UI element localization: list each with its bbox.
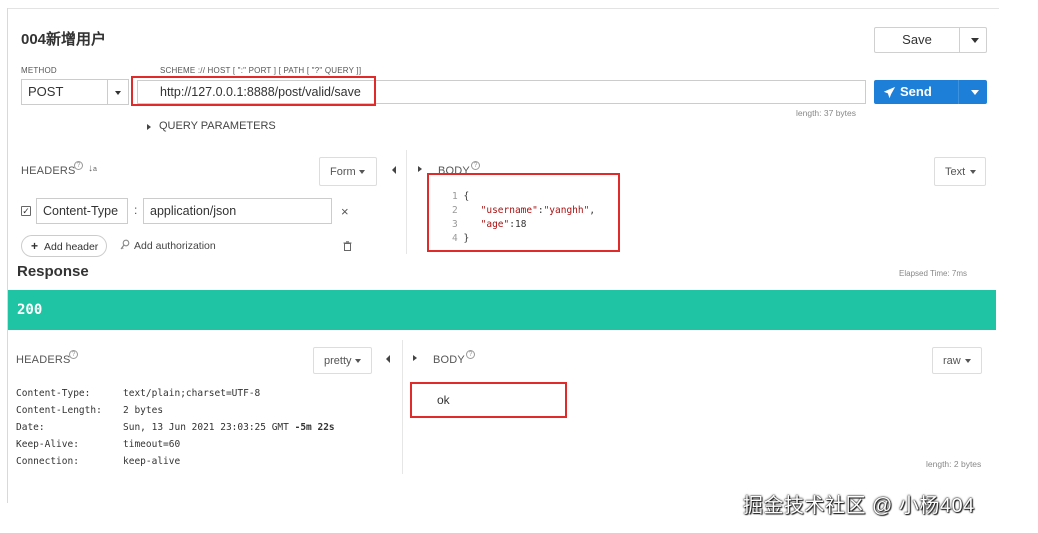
url-format-label: SCHEME :// HOST [ ":" PORT ] [ PATH [ "?… xyxy=(160,66,362,75)
response-header-row: Content-Type: text/plain;charset=UTF-8 xyxy=(16,388,260,399)
response-header-name: Connection: xyxy=(16,456,79,467)
body-help-icon[interactable]: ? xyxy=(471,161,480,170)
paper-plane-icon xyxy=(883,86,896,99)
response-headers-help-icon[interactable]: ? xyxy=(69,350,78,359)
remove-header-close-icon[interactable]: × xyxy=(341,204,349,219)
method-value: POST xyxy=(28,84,64,99)
request-length: length: 37 bytes xyxy=(796,108,857,118)
response-header-value: 2 bytes xyxy=(123,405,164,416)
response-header-value: timeout=60 xyxy=(123,439,181,450)
response-header-value: keep-alive xyxy=(123,456,181,467)
response-header-row: Content-Length: 2 bytes xyxy=(16,405,163,416)
send-divider xyxy=(958,80,959,104)
body-annotation-box xyxy=(427,173,620,252)
chevron-down-icon xyxy=(970,170,976,174)
headers-mode-label: Form xyxy=(330,166,356,178)
watermark: 掘金技术社区 @ 小杨404 xyxy=(743,495,975,517)
status-code: 200 xyxy=(17,302,43,318)
save-button[interactable]: Save xyxy=(874,27,987,53)
send-button-label: Send xyxy=(900,84,932,99)
response-header-value: Sun, 13 Jun 2021 23:03:25 GMT xyxy=(123,422,295,433)
headers-mode-dropdown[interactable]: Form xyxy=(319,157,377,186)
header-name-input[interactable]: Content-Type xyxy=(36,198,128,224)
response-header-name: Content-Type: xyxy=(16,388,91,399)
response-header-name: Content-Length: xyxy=(16,405,102,416)
method-select[interactable]: POST xyxy=(21,79,129,105)
collapse-left-icon[interactable] xyxy=(386,355,390,363)
request-title[interactable]: 004新增用户 xyxy=(21,28,106,49)
response-panel-divider xyxy=(402,340,403,474)
response-body-mode-label: raw xyxy=(943,355,961,367)
method-divider xyxy=(107,80,108,104)
window-left-border xyxy=(7,8,8,503)
response-header-row: Keep-Alive: timeout=60 xyxy=(16,439,180,450)
header-value-value: application/json xyxy=(150,204,237,218)
key-icon xyxy=(120,239,130,250)
response-body-mode-dropdown[interactable]: raw xyxy=(932,347,982,374)
header-enabled-checkbox[interactable]: ✓ xyxy=(21,206,31,216)
response-header-row: Date: Sun, 13 Jun 2021 23:03:25 GMT -5m 2… xyxy=(16,422,335,433)
response-length: length: 2 bytes xyxy=(926,459,982,469)
headers-title: HEADERS xyxy=(21,165,76,177)
add-authorization-label: Add authorization xyxy=(134,240,216,252)
panel-divider xyxy=(406,150,407,254)
trash-icon[interactable] xyxy=(343,241,352,251)
body-mode-dropdown[interactable]: Text xyxy=(934,157,986,186)
save-dropdown-chevron-icon[interactable] xyxy=(971,38,979,43)
save-divider xyxy=(959,28,960,52)
chevron-down-icon xyxy=(359,170,365,174)
expand-right-icon[interactable] xyxy=(418,166,422,172)
save-button-label: Save xyxy=(902,32,932,47)
send-dropdown-chevron-icon[interactable] xyxy=(971,90,979,95)
body-mode-label: Text xyxy=(945,166,966,178)
method-label: METHOD xyxy=(21,66,57,75)
response-header-age: -5m 22s xyxy=(294,422,335,433)
response-headers-mode-dropdown[interactable]: pretty xyxy=(313,347,372,374)
chevron-right-icon xyxy=(147,124,151,130)
response-title: Response xyxy=(17,263,89,280)
collapse-left-icon[interactable] xyxy=(392,166,396,174)
response-header-name: Keep-Alive: xyxy=(16,439,79,450)
chevron-down-icon xyxy=(965,359,971,363)
header-name-value: Content-Type xyxy=(43,204,119,218)
url-annotation-box xyxy=(131,76,376,106)
headers-help-icon[interactable]: ? xyxy=(74,161,83,170)
sort-icon[interactable]: ↓a xyxy=(88,163,97,174)
elapsed-time: Elapsed Time: 7ms xyxy=(899,269,968,278)
method-chevron-down-icon xyxy=(115,91,121,95)
send-button[interactable]: Send xyxy=(874,80,987,104)
expand-right-icon[interactable] xyxy=(413,355,417,361)
response-header-row: Connection: keep-alive xyxy=(16,456,180,467)
response-body-title: BODY xyxy=(433,354,465,366)
query-parameters-label: QUERY PARAMETERS xyxy=(159,120,276,132)
response-header-value: text/plain;charset=UTF-8 xyxy=(123,388,261,399)
plus-icon: + xyxy=(31,239,39,253)
response-headers-mode-label: pretty xyxy=(324,355,352,367)
add-header-label: Add header xyxy=(44,241,99,253)
response-header-name: Date: xyxy=(16,422,45,433)
add-header-button[interactable]: + Add header xyxy=(21,235,107,257)
status-bar: 200 xyxy=(8,290,996,330)
header-separator: : xyxy=(134,203,138,217)
chevron-down-icon xyxy=(355,359,361,363)
response-body-help-icon[interactable]: ? xyxy=(466,350,475,359)
header-value-input[interactable]: application/json xyxy=(143,198,332,224)
response-annotation-box xyxy=(410,382,567,418)
window-top-border xyxy=(7,8,999,9)
response-headers-title: HEADERS xyxy=(16,354,71,366)
